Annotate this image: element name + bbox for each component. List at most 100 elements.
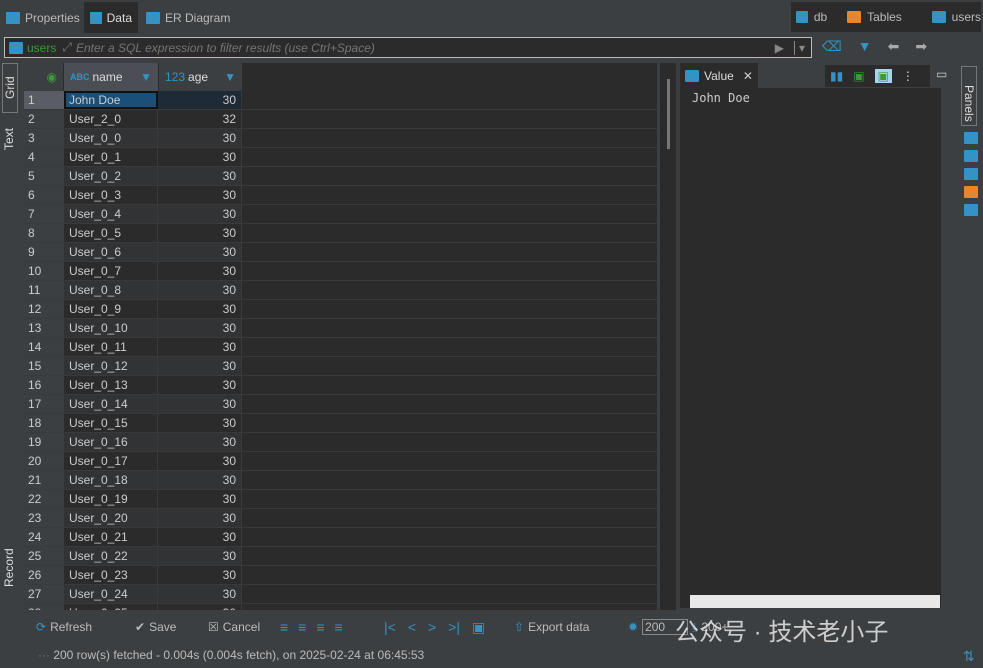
next-icon[interactable]: > bbox=[428, 619, 436, 635]
filter-input[interactable] bbox=[75, 40, 775, 55]
table-row[interactable]: 23 User_0_20 30 bbox=[24, 509, 657, 528]
table-row[interactable]: 24 User_0_21 30 bbox=[24, 528, 657, 547]
more-icon[interactable]: ⋮ bbox=[902, 69, 914, 83]
row-number[interactable]: 23 bbox=[24, 509, 64, 527]
column-header-age[interactable]: 123 age ▼ bbox=[159, 63, 243, 91]
row-number[interactable]: 13 bbox=[24, 319, 64, 337]
forward-arrow-icon[interactable]: ➡ bbox=[915, 38, 927, 55]
cell-name[interactable]: User_0_24 bbox=[64, 585, 158, 603]
minimize-icon[interactable]: ▭ bbox=[936, 67, 947, 81]
cell-name[interactable]: User_0_18 bbox=[64, 471, 158, 489]
cell-name[interactable]: User_0_5 bbox=[64, 224, 158, 242]
cell-name[interactable]: User_0_7 bbox=[64, 262, 158, 280]
cell-age[interactable]: 30 bbox=[158, 205, 242, 223]
table-row[interactable]: 3 User_0_0 30 bbox=[24, 129, 657, 148]
table-row[interactable]: 5 User_0_2 30 bbox=[24, 167, 657, 186]
cell-name[interactable]: User_0_10 bbox=[64, 319, 158, 337]
cell-age[interactable]: 30 bbox=[158, 129, 242, 147]
back-arrow-icon[interactable]: ⬅ bbox=[888, 38, 900, 55]
row-number[interactable]: 4 bbox=[24, 148, 64, 166]
cell-age[interactable]: 30 bbox=[158, 471, 242, 489]
table-row[interactable]: 12 User_0_9 30 bbox=[24, 300, 657, 319]
cell-age[interactable]: 30 bbox=[158, 262, 242, 280]
cell-age[interactable]: 30 bbox=[158, 186, 242, 204]
row-number[interactable]: 24 bbox=[24, 528, 64, 546]
row-number[interactable]: 17 bbox=[24, 395, 64, 413]
row-number[interactable]: 26 bbox=[24, 566, 64, 584]
table-row[interactable]: 17 User_0_14 30 bbox=[24, 395, 657, 414]
cell-name[interactable]: User_0_22 bbox=[64, 547, 158, 565]
sort-icon[interactable]: ▼ bbox=[224, 70, 236, 84]
cell-name[interactable]: User_0_13 bbox=[64, 376, 158, 394]
row-number[interactable]: 3 bbox=[24, 129, 64, 147]
row-number[interactable]: 2 bbox=[24, 110, 64, 128]
cell-age[interactable]: 32 bbox=[158, 110, 242, 128]
cell-name[interactable]: User_0_19 bbox=[64, 490, 158, 508]
row-number[interactable]: 21 bbox=[24, 471, 64, 489]
value-text[interactable]: John Doe bbox=[680, 88, 957, 608]
row-number[interactable]: 20 bbox=[24, 452, 64, 470]
cell-age[interactable]: 30 bbox=[158, 319, 242, 337]
sort-icon[interactable]: ▼ bbox=[140, 70, 152, 84]
cell-age[interactable]: 30 bbox=[158, 414, 242, 432]
row-number[interactable]: 7 bbox=[24, 205, 64, 223]
grid-view-toggle[interactable]: Grid bbox=[2, 63, 18, 113]
grid-scrollbar[interactable] bbox=[660, 63, 676, 610]
cancel-button[interactable]: ☒ Cancel bbox=[208, 617, 260, 637]
cell-name[interactable]: User_0_4 bbox=[64, 205, 158, 223]
row-number[interactable]: 1 bbox=[24, 91, 64, 109]
table-row[interactable]: 18 User_0_15 30 bbox=[24, 414, 657, 433]
filter-history-dropdown[interactable]: ▾ bbox=[793, 40, 805, 55]
table-row[interactable]: 8 User_0_5 30 bbox=[24, 224, 657, 243]
cell-age[interactable]: 30 bbox=[158, 281, 242, 299]
table-row[interactable]: 22 User_0_19 30 bbox=[24, 490, 657, 509]
cell-age[interactable]: 30 bbox=[158, 148, 242, 166]
apply-filter-icon[interactable]: ▶ bbox=[775, 41, 784, 55]
tab-er-diagram[interactable]: ER Diagram bbox=[140, 2, 236, 33]
row-number[interactable]: 6 bbox=[24, 186, 64, 204]
breadcrumb-users[interactable]: users bbox=[952, 10, 981, 24]
copy-row-icon[interactable]: ≡ bbox=[316, 619, 324, 635]
save-button[interactable]: ✔ Save bbox=[135, 617, 176, 637]
value-tab[interactable]: Value ✕ bbox=[680, 63, 758, 88]
settings-icon[interactable]: ✹ bbox=[628, 620, 638, 634]
value-view-icon[interactable] bbox=[963, 204, 978, 216]
cell-name[interactable]: User_0_14 bbox=[64, 395, 158, 413]
refresh-button[interactable]: ⟳ Refresh bbox=[36, 617, 92, 637]
cell-name[interactable]: User_0_11 bbox=[64, 338, 158, 356]
table-row[interactable]: 28User_0_2530 bbox=[24, 604, 657, 610]
cell-name[interactable]: User_0_0 bbox=[64, 129, 158, 147]
cell-age[interactable]: 30 bbox=[158, 224, 242, 242]
row-header-corner[interactable]: ◉ bbox=[24, 63, 64, 91]
table-row[interactable]: 15 User_0_12 30 bbox=[24, 357, 657, 376]
row-number[interactable]: 22 bbox=[24, 490, 64, 508]
cell-name[interactable]: User_0_1 bbox=[64, 148, 158, 166]
table-row[interactable]: 7 User_0_4 30 bbox=[24, 205, 657, 224]
table-row[interactable]: 1 John Doe 30 bbox=[24, 91, 657, 110]
column-header-name[interactable]: ABC name ▼ bbox=[64, 63, 159, 91]
panels-toggle[interactable]: Panels bbox=[961, 66, 977, 126]
cell-name[interactable]: User_0_23 bbox=[64, 566, 158, 584]
metadata-icon[interactable] bbox=[963, 186, 978, 198]
cell-name[interactable]: User_0_2 bbox=[64, 167, 158, 185]
first-page-icon[interactable]: |< bbox=[384, 619, 396, 635]
cell-age[interactable]: 30 bbox=[158, 300, 242, 318]
cell-name[interactable]: User_2_0 bbox=[64, 110, 158, 128]
eraser-icon[interactable]: ⌫ bbox=[822, 38, 842, 55]
close-icon[interactable]: ✕ bbox=[743, 69, 753, 83]
text-view-toggle[interactable]: Text bbox=[2, 119, 16, 159]
table-row[interactable]: 27 User_0_24 30 bbox=[24, 585, 657, 604]
delete-row-icon[interactable]: ≡ bbox=[335, 619, 343, 635]
cell-name[interactable]: User_0_3 bbox=[64, 186, 158, 204]
prev-icon[interactable]: < bbox=[408, 619, 416, 635]
checker-icon[interactable] bbox=[963, 168, 978, 180]
book-icon[interactable]: ▮▮ bbox=[830, 69, 843, 83]
table-row[interactable]: 14 User_0_11 30 bbox=[24, 338, 657, 357]
tab-data[interactable]: Data bbox=[84, 2, 138, 33]
row-number[interactable]: 27 bbox=[24, 585, 64, 603]
row-number[interactable]: 11 bbox=[24, 281, 64, 299]
table-row[interactable]: 16 User_0_13 30 bbox=[24, 376, 657, 395]
table-row[interactable]: 4 User_0_1 30 bbox=[24, 148, 657, 167]
breadcrumb-tables[interactable]: Tables bbox=[867, 10, 902, 24]
table-row[interactable]: 6 User_0_3 30 bbox=[24, 186, 657, 205]
